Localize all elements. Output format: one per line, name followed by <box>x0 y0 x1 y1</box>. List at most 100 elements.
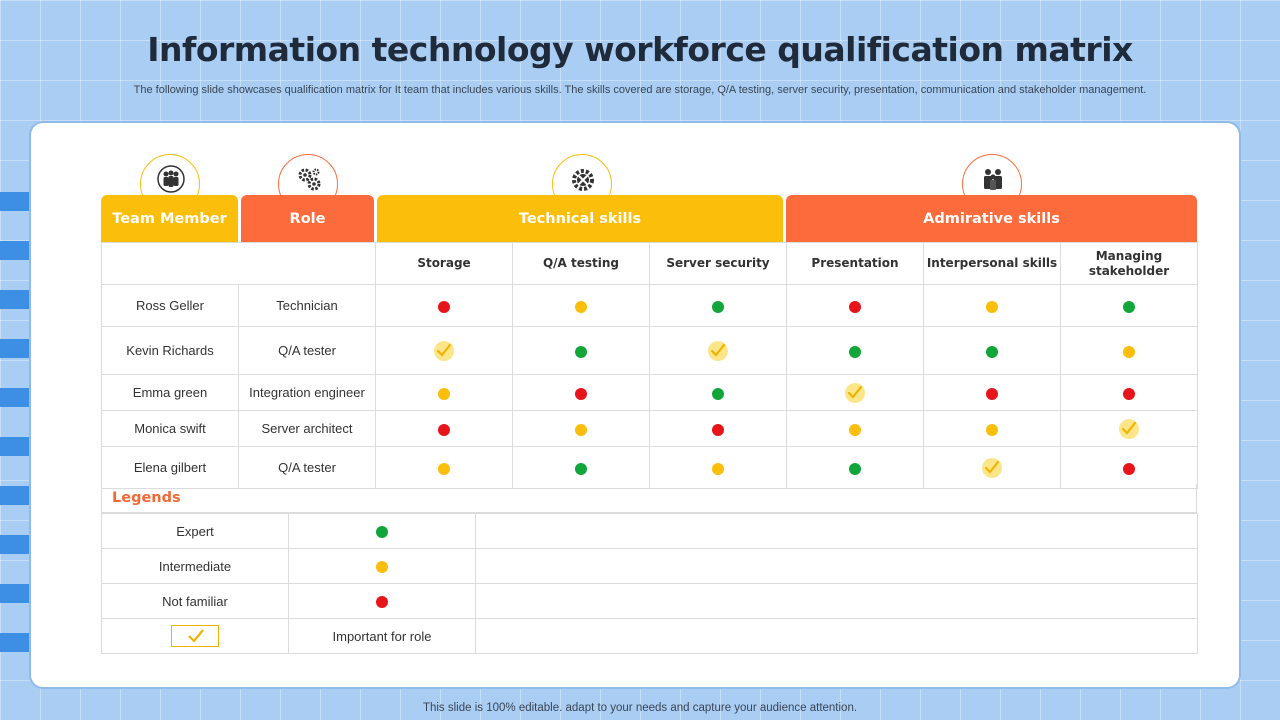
skill-level-cell <box>786 374 924 411</box>
skill-column-header: Interpersonal skills <box>923 242 1061 285</box>
skill-column-header: Storage <box>375 242 513 285</box>
qualification-matrix: Storage Q/A testing Server security Present… <box>101 242 1198 489</box>
member-name: Elena gilbert <box>101 446 239 489</box>
skill-level-cell <box>1060 284 1198 327</box>
notfamiliar-dot <box>1123 462 1135 475</box>
important-for-role-label: Important for role <box>288 618 476 654</box>
skill-column-header: Q/A testing <box>512 242 650 285</box>
table-row: Elena gilbert Q/A tester <box>101 446 1198 489</box>
skill-level-cell <box>512 326 650 375</box>
member-role: Server architect <box>238 410 376 447</box>
skill-level-cell <box>512 446 650 489</box>
notfamiliar-dot <box>1123 387 1135 400</box>
notfamiliar-dot <box>575 387 587 400</box>
slide-footer: This slide is 100% editable. adapt to yo… <box>422 702 858 714</box>
skill-level-cell <box>375 410 513 447</box>
skill-level-cell <box>375 326 513 375</box>
skill-level-cell <box>649 446 787 489</box>
expert-dot <box>712 300 724 313</box>
notfamiliar-dot <box>376 596 388 609</box>
skill-level-cell <box>649 284 787 327</box>
header-technical-skills: Technical skills <box>377 195 783 242</box>
member-role: Technician <box>238 284 376 327</box>
skill-column-header: Server security <box>649 242 787 285</box>
intermediate-dot <box>986 423 998 436</box>
slide-title: Information technology workforce qualifi… <box>147 30 1133 69</box>
table-row: Emma green Integration engineer <box>101 374 1198 411</box>
skill-level-cell <box>1060 410 1198 447</box>
member-name: Emma green <box>101 374 239 411</box>
important-check-icon <box>707 340 729 362</box>
blank-cell <box>101 242 376 285</box>
important-check-icon <box>981 457 1003 479</box>
intermediate-dot <box>986 300 998 313</box>
legend-row: Not familiar <box>101 583 1198 619</box>
important-check-icon <box>433 340 455 362</box>
skill-level-cell <box>923 446 1061 489</box>
skill-level-cell <box>649 374 787 411</box>
legend-row: Important for role <box>101 618 1198 654</box>
legend-row: Intermediate <box>101 548 1198 584</box>
skill-level-cell <box>375 446 513 489</box>
skill-level-cell <box>786 284 924 327</box>
legend-row: Expert <box>101 513 1198 549</box>
skill-column-header: Presentation <box>786 242 924 285</box>
notfamiliar-dot <box>712 423 724 436</box>
header-role: Role <box>241 195 374 242</box>
intermediate-dot <box>1123 345 1135 358</box>
legend-label: Not familiar <box>101 583 289 619</box>
skill-level-cell <box>923 374 1061 411</box>
member-name: Kevin Richards <box>101 326 239 375</box>
skill-level-cell <box>1060 446 1198 489</box>
skill-level-cell <box>923 326 1061 375</box>
skill-level-cell <box>786 446 924 489</box>
member-role: Integration engineer <box>238 374 376 411</box>
notfamiliar-dot <box>438 423 450 436</box>
important-check-icon <box>1118 418 1140 440</box>
skill-level-cell <box>923 410 1061 447</box>
notfamiliar-dot <box>986 387 998 400</box>
intermediate-dot <box>849 423 861 436</box>
intermediate-dot <box>376 561 388 574</box>
legend-table: Expert Intermediate Not familiar Important … <box>101 513 1198 654</box>
skill-level-cell <box>512 284 650 327</box>
member-name: Monica swift <box>101 410 239 447</box>
skills-header-row: Storage Q/A testing Server security Present… <box>101 242 1198 285</box>
legend-title: Legends <box>101 484 1197 513</box>
intermediate-dot <box>438 387 450 400</box>
intermediate-dot <box>575 300 587 313</box>
intermediate-dot <box>438 462 450 475</box>
table-row: Ross Geller Technician <box>101 284 1198 327</box>
check-icon <box>171 625 219 647</box>
skill-level-cell <box>786 410 924 447</box>
legend-label: Expert <box>101 513 289 549</box>
skill-level-cell <box>649 326 787 375</box>
legend-empty-cell <box>475 513 1198 549</box>
skill-level-cell <box>1060 326 1198 375</box>
notfamiliar-dot <box>438 300 450 313</box>
member-name: Ross Geller <box>101 284 239 327</box>
expert-dot <box>986 345 998 358</box>
table-row: Kevin Richards Q/A tester <box>101 326 1198 375</box>
skill-level-cell <box>375 284 513 327</box>
skill-level-cell <box>512 374 650 411</box>
skill-level-cell <box>923 284 1061 327</box>
member-role: Q/A tester <box>238 446 376 489</box>
expert-dot <box>575 345 587 358</box>
legend-empty-cell <box>475 583 1198 619</box>
notfamiliar-dot <box>849 300 861 313</box>
expert-dot <box>849 345 861 358</box>
member-role: Q/A tester <box>238 326 376 375</box>
header-team-member: Team Member <box>101 195 238 242</box>
header-admirative-skills: Admirative skills <box>786 195 1197 242</box>
skill-level-cell <box>375 374 513 411</box>
intermediate-dot <box>575 423 587 436</box>
legend-marker <box>101 618 289 654</box>
legend-empty-cell <box>475 618 1198 654</box>
legend-empty-cell <box>475 548 1198 584</box>
expert-dot <box>376 526 388 539</box>
legend-marker <box>288 548 476 584</box>
intermediate-dot <box>712 462 724 475</box>
skill-level-cell <box>512 410 650 447</box>
expert-dot <box>1123 300 1135 313</box>
